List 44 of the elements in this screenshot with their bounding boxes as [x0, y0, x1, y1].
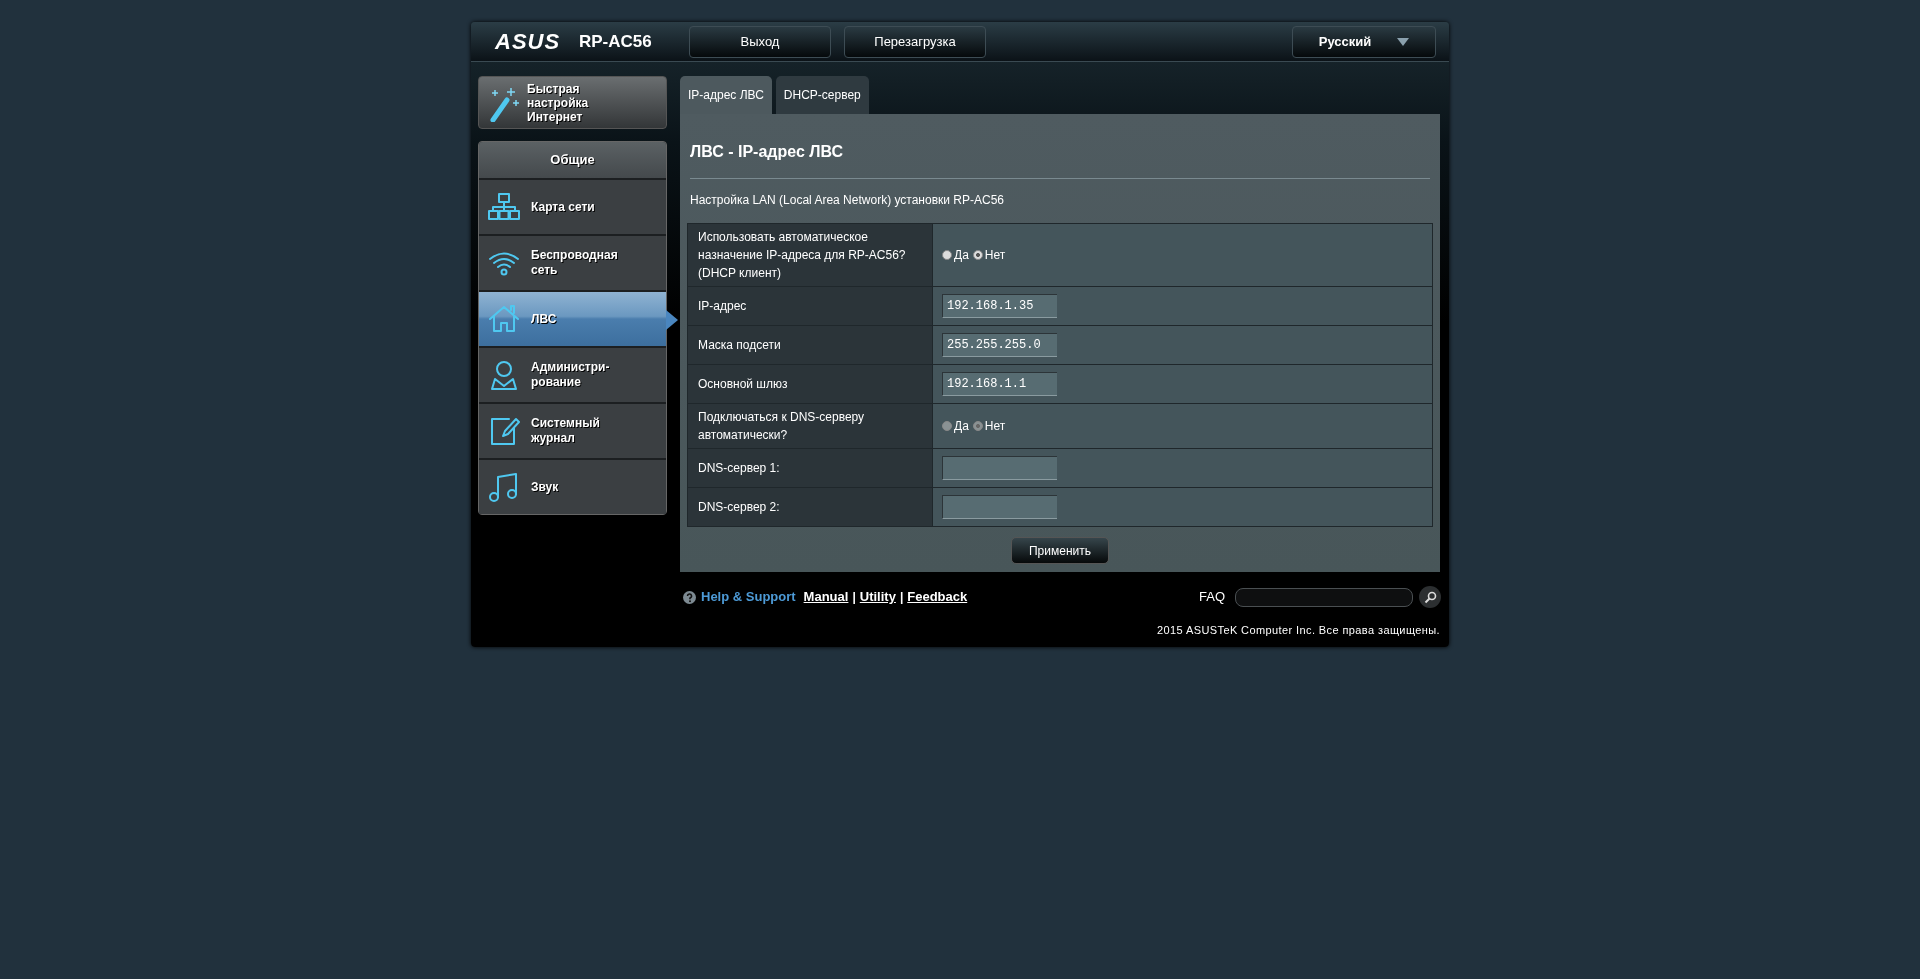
field-label: IP-адрес: [687, 286, 933, 326]
input-field[interactable]: 192.168.1.35: [942, 294, 1057, 318]
header-button[interactable]: Выход: [689, 25, 831, 58]
apply-button[interactable]: Применить: [1011, 537, 1109, 564]
menu-header: Общие: [479, 142, 666, 178]
input-field[interactable]: 192.168.1.1: [942, 372, 1057, 396]
field-label: DNS-сервер 1:: [687, 448, 933, 488]
caret-icon: [1397, 37, 1410, 46]
search-icon: [1423, 590, 1437, 604]
field-label: Маска подсети: [687, 325, 933, 365]
field-label: Использовать автоматическое назначение IP-адреса для RP-AC56? (DHCP клиент): [687, 223, 933, 287]
faq-label: FAQ: [1199, 588, 1225, 607]
quick-setup-button[interactable]: Быстрая настройка Интернет: [478, 76, 667, 129]
field-label: Подключаться к DNS-серверу автоматически?: [687, 403, 933, 449]
logo: ASUS: [495, 28, 562, 56]
footer-link[interactable]: Feedback: [907, 587, 968, 607]
footer-link[interactable]: Manual: [803, 587, 849, 607]
radio-button[interactable]: [942, 249, 952, 260]
tab[interactable]: IP-адрес ЛВС: [680, 76, 772, 114]
input-field[interactable]: [942, 456, 1057, 480]
input-field[interactable]: 255.255.255.0: [942, 333, 1057, 357]
page-description: Настройка LAN (Local Area Network) установки RP-AC56: [690, 192, 1005, 209]
help-support-link[interactable]: Help & Support: [701, 587, 796, 607]
copyright-text: 2015 ASUSTeK Computer Inc. Все права защищены.: [1156, 623, 1441, 638]
radio-label: Нет: [984, 417, 1006, 435]
tab[interactable]: DHCP-сервер: [775, 76, 869, 114]
sidebar-item[interactable]: Звук: [479, 458, 666, 514]
search-button[interactable]: [1419, 586, 1441, 608]
radio-label: Да: [954, 246, 969, 264]
radio-label: Да: [954, 417, 969, 435]
help-icon: [683, 590, 696, 604]
radio-label: Нет: [984, 246, 1006, 264]
page-title: ЛВС - IP-адрес ЛВС: [690, 142, 844, 162]
field-label: Основной шлюз: [687, 364, 933, 404]
header-button[interactable]: Перезагрузка: [844, 25, 986, 58]
search-field[interactable]: [1235, 587, 1413, 607]
model-name: RP-AC56: [579, 30, 653, 53]
footer-link[interactable]: Utility: [859, 587, 896, 607]
radio-button[interactable]: [972, 249, 983, 260]
separator: |: [852, 589, 856, 606]
separator: |: [899, 589, 904, 606]
input-field[interactable]: [942, 495, 1057, 519]
field-label: DNS-сервер 2:: [687, 487, 933, 527]
language-dropdown[interactable]: Русский: [1292, 25, 1436, 58]
